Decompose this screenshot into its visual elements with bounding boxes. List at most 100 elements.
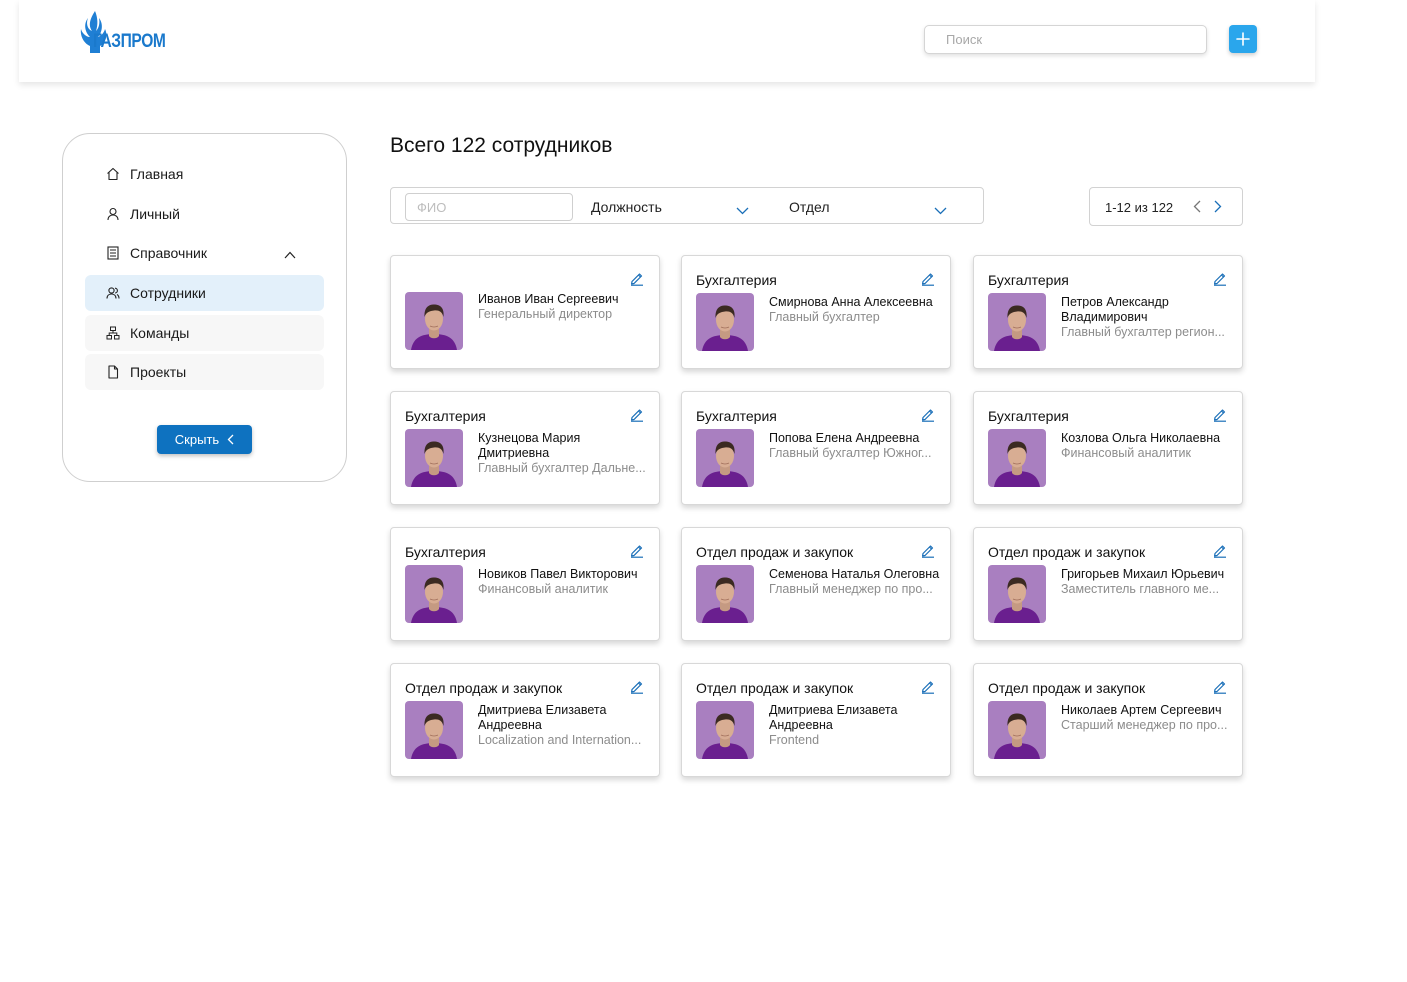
- employee-name[interactable]: Дмитриева Елизавета Андреевна: [478, 703, 650, 733]
- add-button[interactable]: [1229, 25, 1257, 53]
- avatar-photo: [988, 429, 1046, 487]
- avatar-photo: [988, 701, 1046, 759]
- search-input[interactable]: [924, 25, 1207, 54]
- employee-name[interactable]: Кузнецова Мария Дмитриевна: [478, 431, 650, 461]
- employee-name[interactable]: Дмитриева Елизавета Андреевна: [769, 703, 941, 733]
- sidebar-item-label: Главная: [130, 166, 184, 182]
- employee-name[interactable]: Петров Александр Владимирович: [1061, 295, 1233, 325]
- employee-card[interactable]: Отдел продаж и закупок Григорьев Михаил …: [973, 527, 1243, 641]
- card-info: Николаев Артем Сергеевич Старший менедже…: [1061, 703, 1233, 733]
- users-icon: [105, 285, 121, 301]
- avatar-photo: [405, 565, 463, 623]
- pencil-icon[interactable]: [629, 678, 645, 694]
- avatar: [696, 701, 754, 759]
- chevron-left-icon[interactable]: [1193, 200, 1201, 218]
- avatar: [405, 565, 463, 623]
- employee-name[interactable]: Новиков Павел Викторович: [478, 567, 650, 582]
- avatar-photo: [405, 701, 463, 759]
- employee-card[interactable]: Отдел продаж и закупок Дмитриева Елизаве…: [390, 663, 660, 777]
- card-department: Бухгалтерия: [405, 544, 486, 560]
- employee-card[interactable]: Бухгалтерия Попова Елена Андреевна Главн…: [681, 391, 951, 505]
- avatar: [696, 565, 754, 623]
- sidebar-item-projects[interactable]: Проекты: [85, 354, 324, 390]
- sidebar-item-teams[interactable]: Команды: [85, 315, 324, 351]
- avatar-photo: [405, 292, 463, 350]
- chevron-up-icon[interactable]: [284, 246, 296, 262]
- employee-card[interactable]: Бухгалтерия Кузнецова Мария Дмитриевна Г…: [390, 391, 660, 505]
- top-header: ГАЗПРОМ: [19, 0, 1315, 82]
- page-title: Всего 122 сотрудников: [390, 134, 613, 157]
- gazprom-logo[interactable]: ГАЗПРОМ: [76, 9, 176, 57]
- pencil-icon[interactable]: [920, 406, 936, 422]
- pencil-icon[interactable]: [629, 542, 645, 558]
- chevron-right-icon[interactable]: [1214, 200, 1222, 218]
- card-department: Бухгалтерия: [696, 272, 777, 288]
- hierarchy-icon: [105, 325, 121, 341]
- sidebar-item-label: Команды: [130, 325, 190, 341]
- employee-role: Финансовый аналитик: [1061, 446, 1191, 460]
- pencil-icon[interactable]: [1212, 542, 1228, 558]
- employee-card[interactable]: Иванов Иван Сергеевич Генеральный директ…: [390, 255, 660, 369]
- sidebar-item-label: Справочник: [130, 245, 207, 261]
- avatar-photo: [988, 293, 1046, 351]
- filter-bar: Должность Отдел: [390, 187, 984, 224]
- pencil-icon[interactable]: [1212, 678, 1228, 694]
- hide-sidebar-button[interactable]: Скрыть: [157, 425, 252, 454]
- employee-name[interactable]: Григорьев Михаил Юрьевич: [1061, 567, 1233, 582]
- employee-card[interactable]: Бухгалтерия Смирнова Анна Алексеевна Гла…: [681, 255, 951, 369]
- pencil-icon[interactable]: [920, 678, 936, 694]
- employee-name[interactable]: Попова Елена Андреевна: [769, 431, 941, 446]
- position-select-label: Должность: [591, 198, 662, 215]
- pencil-icon[interactable]: [1212, 270, 1228, 286]
- card-info: Дмитриева Елизавета Андреевна Localizati…: [478, 703, 650, 748]
- card-info: Смирнова Анна Алексеевна Главный бухгалт…: [769, 295, 941, 325]
- avatar-photo: [988, 565, 1046, 623]
- card-info: Иванов Иван Сергеевич Генеральный директ…: [478, 292, 650, 322]
- sidebar-item-label: Сотрудники: [130, 285, 206, 301]
- card-department: Бухгалтерия: [988, 408, 1069, 424]
- avatar: [696, 293, 754, 351]
- avatar: [405, 701, 463, 759]
- avatar: [988, 565, 1046, 623]
- employee-role: Главный менеджер по про...: [769, 582, 933, 596]
- employee-name[interactable]: Козлова Ольга Николаевна: [1061, 431, 1233, 446]
- employee-card[interactable]: Отдел продаж и закупок Дмитриева Елизаве…: [681, 663, 951, 777]
- employee-card[interactable]: Отдел продаж и закупок Семенова Наталья …: [681, 527, 951, 641]
- employee-role: Главный бухгалтер регион...: [1061, 325, 1225, 339]
- sidebar-item-personal[interactable]: Личный: [85, 196, 324, 232]
- department-select-label: Отдел: [789, 198, 830, 215]
- employee-name[interactable]: Семенова Наталья Олеговна: [769, 567, 941, 582]
- employee-role: Главный бухгалтер Южног...: [769, 446, 932, 460]
- employee-name[interactable]: Смирнова Анна Алексеевна: [769, 295, 941, 310]
- employee-card[interactable]: Отдел продаж и закупок Николаев Артем Се…: [973, 663, 1243, 777]
- avatar: [696, 429, 754, 487]
- sidebar-item-employees[interactable]: Сотрудники: [85, 275, 324, 311]
- employee-name[interactable]: Николаев Артем Сергеевич: [1061, 703, 1233, 718]
- page-range: 1-12 из 122: [1105, 200, 1174, 215]
- employee-name[interactable]: Иванов Иван Сергеевич: [478, 292, 650, 307]
- avatar: [988, 701, 1046, 759]
- pencil-icon[interactable]: [1212, 406, 1228, 422]
- card-info: Попова Елена Андреевна Главный бухгалтер…: [769, 431, 941, 461]
- position-select[interactable]: Должность: [591, 188, 751, 225]
- fio-filter-input[interactable]: [405, 193, 573, 221]
- employee-card[interactable]: Бухгалтерия Козлова Ольга Николаевна Фин…: [973, 391, 1243, 505]
- employee-card[interactable]: Бухгалтерия Петров Александр Владимирови…: [973, 255, 1243, 369]
- department-select[interactable]: Отдел: [789, 188, 949, 225]
- pencil-icon[interactable]: [920, 542, 936, 558]
- pencil-icon[interactable]: [920, 270, 936, 286]
- pencil-icon[interactable]: [629, 270, 645, 286]
- plus-icon: [1236, 32, 1250, 46]
- avatar-photo: [696, 293, 754, 351]
- employee-role: Старший менеджер по про...: [1061, 718, 1228, 732]
- avatar-photo: [696, 429, 754, 487]
- sidebar-item-home[interactable]: Главная: [85, 156, 324, 192]
- card-department: Отдел продаж и закупок: [405, 680, 563, 696]
- employee-card[interactable]: Бухгалтерия Новиков Павел Викторович Фин…: [390, 527, 660, 641]
- avatar-photo: [696, 565, 754, 623]
- sidebar-item-directory[interactable]: Справочник: [85, 235, 324, 271]
- employee-role: Заместитель главного ме...: [1061, 582, 1220, 596]
- pagination: 1-12 из 122: [1089, 187, 1243, 226]
- employee-role: Frontend: [769, 733, 820, 747]
- pencil-icon[interactable]: [629, 406, 645, 422]
